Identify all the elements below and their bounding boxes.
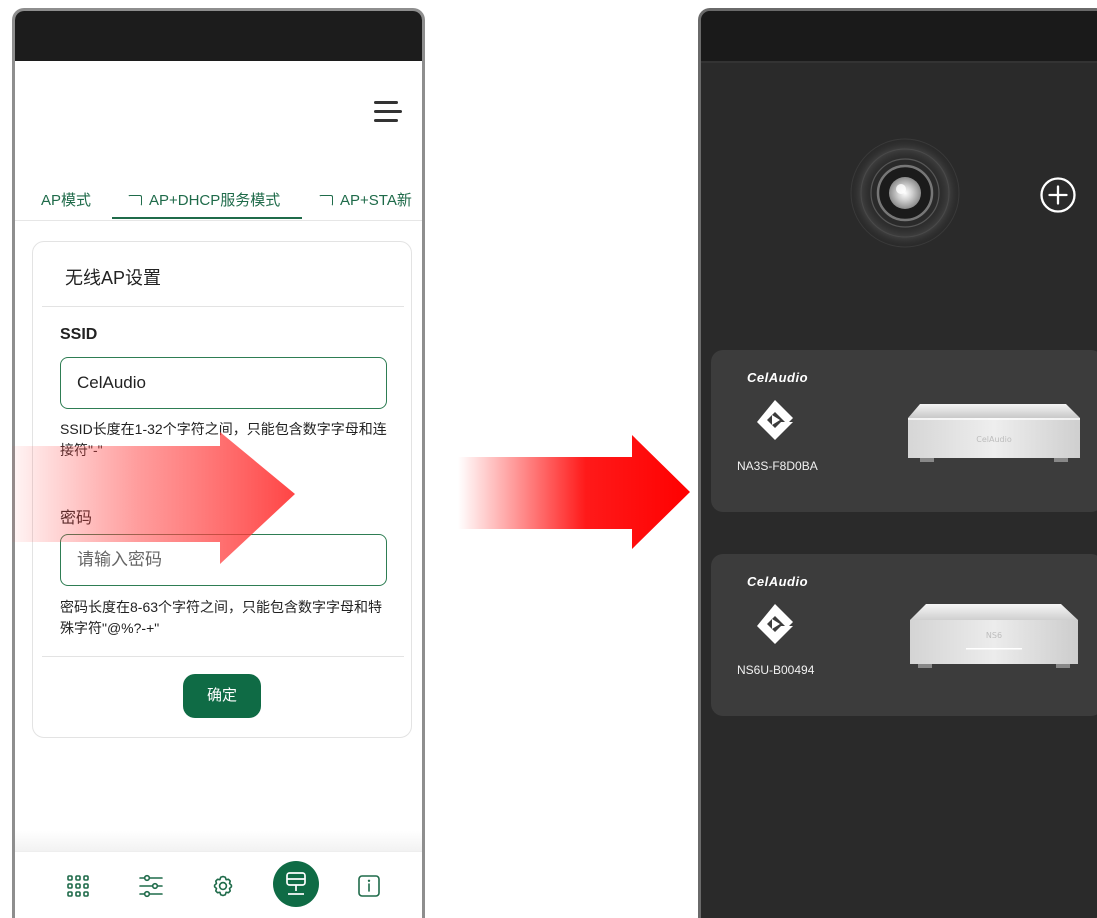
device-card[interactable]: CelAudio NA3S-F8D0BA CelAudio xyxy=(711,350,1097,512)
add-device-icon[interactable] xyxy=(1039,176,1077,214)
device-list-screen: CelAudio NA3S-F8D0BA CelAudio CelAudio N… xyxy=(698,8,1097,918)
divider xyxy=(42,306,404,307)
ssid-input[interactable]: CelAudio xyxy=(60,357,387,409)
ns6u-device-image: NS6 xyxy=(910,604,1078,668)
bottom-nav xyxy=(15,851,422,918)
network-icon xyxy=(286,872,306,895)
nav-shadow xyxy=(15,831,422,851)
device-front-label: NS6 xyxy=(986,631,1002,640)
device-name: NS6U-B00494 xyxy=(737,663,815,677)
network-tab-active[interactable] xyxy=(273,861,319,907)
cast-icon xyxy=(128,195,142,206)
overlay-arrow-icon xyxy=(12,432,295,564)
tab-ap-sta-mode[interactable]: AP+STA新 xyxy=(319,189,412,210)
cast-icon xyxy=(319,195,333,206)
celaudio-logo-icon xyxy=(757,604,793,644)
device-front-label: CelAudio xyxy=(976,435,1012,444)
status-bar xyxy=(15,11,422,61)
card-title: 无线AP设置 xyxy=(65,268,162,288)
confirm-button[interactable]: 确定 xyxy=(183,674,261,718)
celaudio-logo-icon xyxy=(757,400,793,440)
active-tab-indicator xyxy=(112,217,302,219)
divider xyxy=(701,61,1097,63)
mode-tabs: AP模式 AP+DHCP服务模式 AP+STA新 xyxy=(15,181,422,221)
hamburger-menu-icon[interactable] xyxy=(374,99,402,123)
tab-ap-mode[interactable]: AP模式 xyxy=(41,189,91,210)
info-icon[interactable] xyxy=(355,872,383,900)
gear-icon[interactable] xyxy=(209,872,237,900)
transition-arrow-icon xyxy=(458,435,690,549)
tab-label: AP+STA新 xyxy=(340,192,412,209)
grid-icon[interactable] xyxy=(64,872,92,900)
device-card[interactable]: CelAudio NS6U-B00494 NS6 xyxy=(711,554,1097,716)
tabs-divider xyxy=(15,220,422,221)
device-name: NA3S-F8D0BA xyxy=(737,459,818,473)
volume-knob-icon[interactable] xyxy=(849,137,961,249)
na3s-device-image: CelAudio xyxy=(908,404,1080,462)
tab-label: AP+DHCP服务模式 xyxy=(149,192,281,209)
status-bar xyxy=(701,11,1097,61)
password-hint: 密码长度在8-63个字符之间，只能包含数字字母和特殊字符"@%?-+" xyxy=(60,599,383,636)
brand-name: CelAudio xyxy=(747,370,809,385)
divider xyxy=(42,656,404,657)
sliders-icon[interactable] xyxy=(137,872,165,900)
brand-name: CelAudio xyxy=(747,574,809,589)
ssid-label: SSID xyxy=(60,326,98,343)
tab-ap-dhcp-mode[interactable]: AP+DHCP服务模式 xyxy=(128,189,280,210)
